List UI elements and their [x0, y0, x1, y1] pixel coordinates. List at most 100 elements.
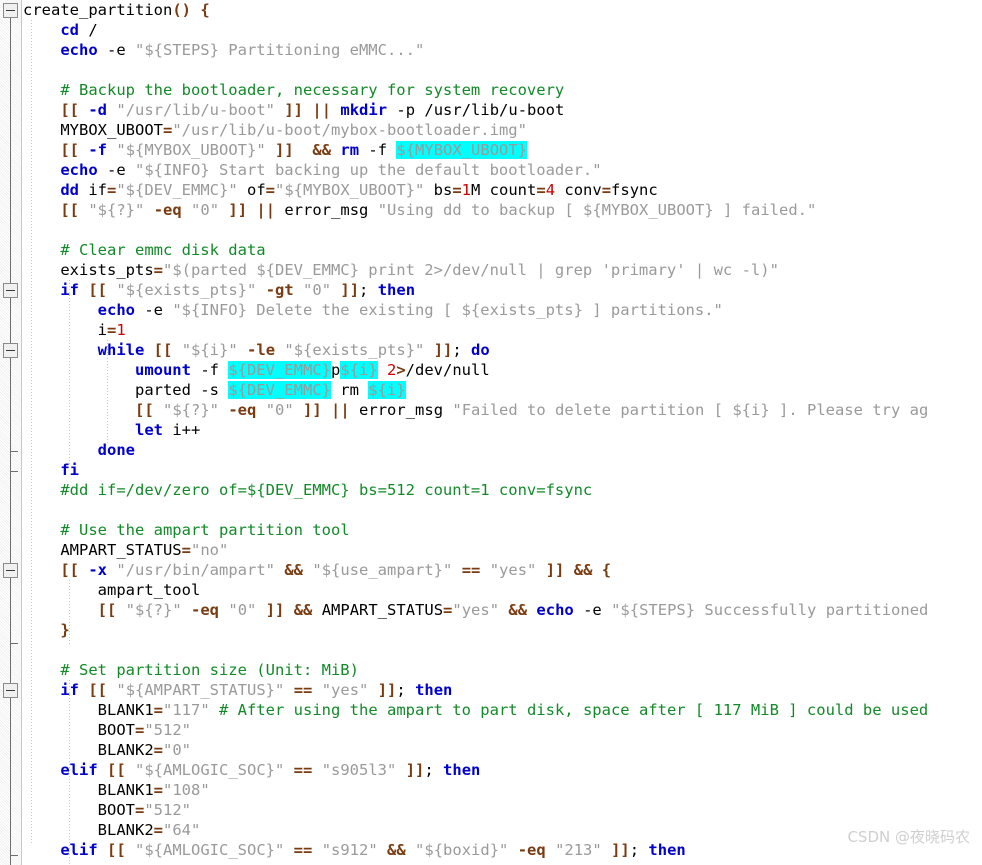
- code-line[interactable]: BLANK2="64": [23, 820, 982, 840]
- code-token: ampart_tool: [97, 581, 201, 599]
- code-line[interactable]: # Set partition size (Unit: MiB): [23, 660, 982, 680]
- code-token: "no": [191, 541, 229, 559]
- code-token: BLANK1: [97, 701, 154, 719]
- code-token: AMPART_STATUS: [312, 601, 444, 619]
- code-token: "${STEPS} Successfully partitioned: [611, 601, 929, 619]
- code-token: [[: [134, 401, 154, 419]
- code-line[interactable]: echo -e "${INFO} Delete the existing [ $…: [23, 300, 982, 320]
- code-line[interactable]: parted -s ${DEV_EMMC} rm ${i}: [23, 380, 982, 400]
- code-text-area[interactable]: create_partition() { cd / echo -e "${STE…: [23, 0, 982, 865]
- code-folding-gutter[interactable]: [0, 0, 22, 865]
- code-line[interactable]: BLANK1="108": [23, 780, 982, 800]
- code-line[interactable]: [23, 220, 982, 240]
- code-editor: create_partition() { cd / echo -e "${STE…: [0, 0, 982, 865]
- code-token: exists_pts: [60, 261, 154, 279]
- code-line[interactable]: [[ -f "${MYBOX_UBOOT}" ]] && rm -f ${MYB…: [23, 140, 982, 160]
- code-line[interactable]: i=1: [23, 320, 982, 340]
- code-token: &&: [573, 561, 593, 579]
- code-line[interactable]: [[ "${?}" -eq "0" ]] || error_msg "Faile…: [23, 400, 982, 420]
- code-line[interactable]: elif [[ "${AMLOGIC_SOC}" == "s912" && "$…: [23, 840, 982, 860]
- code-line[interactable]: [[ -d "/usr/lib/u-boot" ]] || mkdir -p /…: [23, 100, 982, 120]
- code-token: &&: [293, 601, 313, 619]
- code-line[interactable]: BOOT="512": [23, 720, 982, 740]
- code-token: =: [153, 781, 163, 799]
- fold-end-tick: [11, 451, 18, 452]
- fold-collapse-box[interactable]: [3, 283, 18, 298]
- code-token: =: [134, 721, 145, 739]
- code-token: then: [377, 281, 416, 299]
- code-token: ]]: [275, 141, 294, 159]
- code-token: 4: [545, 181, 556, 199]
- code-token: "0": [265, 401, 294, 419]
- fold-collapse-box[interactable]: [3, 563, 18, 578]
- code-token: "512": [144, 801, 191, 819]
- code-line[interactable]: [23, 640, 982, 660]
- code-token: then: [443, 761, 481, 779]
- fold-collapse-box[interactable]: [3, 683, 18, 698]
- code-line[interactable]: BLANK1="117" # After using the ampart to…: [23, 700, 982, 720]
- code-line[interactable]: let i++: [23, 420, 982, 440]
- code-line[interactable]: ampart_tool: [23, 580, 982, 600]
- code-token: -p /usr/lib/u-boot: [387, 101, 565, 119]
- code-token: ]]: [377, 681, 397, 699]
- code-line[interactable]: echo -e "${STEPS} Partitioning eMMC...": [23, 40, 982, 60]
- code-line[interactable]: umount -f ${DEV_EMMC}p${i} 2>/dev/null: [23, 360, 982, 380]
- code-token: rm: [340, 141, 360, 159]
- code-line[interactable]: while [[ "${i}" -le "${exists_pts}" ]]; …: [23, 340, 982, 360]
- code-token: ]]: [611, 841, 630, 859]
- code-line[interactable]: MYBOX_UBOOT="/usr/lib/u-boot/mybox-bootl…: [23, 120, 982, 140]
- code-line[interactable]: #dd if=/dev/zero of=${DEV_EMMC} bs=512 c…: [23, 480, 982, 500]
- code-token: M count: [471, 181, 537, 199]
- code-line[interactable]: [[ "${?}" -eq "0" ]] || error_msg "Using…: [23, 200, 982, 220]
- code-line[interactable]: dd if="${DEV_EMMC}" of="${MYBOX_UBOOT}" …: [23, 180, 982, 200]
- code-token: ]]: [228, 201, 248, 219]
- code-token: ]]: [433, 341, 453, 359]
- code-line[interactable]: exists_pts="$(parted ${DEV_EMMC} print 2…: [23, 260, 982, 280]
- code-line[interactable]: }: [23, 620, 982, 640]
- code-line[interactable]: cd /: [23, 20, 982, 40]
- fold-collapse-box[interactable]: [3, 343, 18, 358]
- code-line[interactable]: BOOT="512": [23, 800, 982, 820]
- code-line[interactable]: [23, 500, 982, 520]
- code-line[interactable]: fi: [23, 460, 982, 480]
- code-token: "${boxid}": [415, 841, 509, 859]
- code-line[interactable]: [23, 60, 982, 80]
- code-line[interactable]: echo -e "${INFO} Start backing up the de…: [23, 160, 982, 180]
- code-line[interactable]: if [[ "${exists_pts}" -gt "0" ]]; then: [23, 280, 982, 300]
- code-line[interactable]: if [[ "${AMPART_STATUS}" == "yes" ]]; th…: [23, 680, 982, 700]
- code-token: -e: [97, 41, 135, 59]
- code-token: -f: [190, 361, 229, 379]
- code-line[interactable]: done: [23, 440, 982, 460]
- code-token: -gt: [265, 281, 294, 299]
- code-line[interactable]: # Use the ampart partition tool: [23, 520, 982, 540]
- code-line[interactable]: # Backup the bootloader, necessary for s…: [23, 80, 982, 100]
- fold-collapse-box[interactable]: [3, 3, 18, 18]
- code-line[interactable]: elif [[ "${AMLOGIC_SOC}" == "s905l3" ]];…: [23, 760, 982, 780]
- code-line[interactable]: create_partition() {: [23, 0, 982, 20]
- code-token: "${AMLOGIC_SOC}": [135, 761, 285, 779]
- highlighted-token: ${i}: [340, 361, 378, 379]
- code-line[interactable]: [[ -x "/usr/bin/ampart" && "${use_ampart…: [23, 560, 982, 580]
- code-line[interactable]: AMPART_STATUS="no": [23, 540, 982, 560]
- code-token: "${INFO} Start backing up the default bo…: [134, 161, 602, 179]
- code-line[interactable]: BLANK2="0": [23, 740, 982, 760]
- code-token: "${MYBOX_UBOOT}": [116, 141, 266, 159]
- code-line[interactable]: [[ "${?}" -eq "0" ]] && AMPART_STATUS="y…: [23, 600, 982, 620]
- code-token: =: [134, 801, 145, 819]
- code-line[interactable]: # Clear emmc disk data: [23, 240, 982, 260]
